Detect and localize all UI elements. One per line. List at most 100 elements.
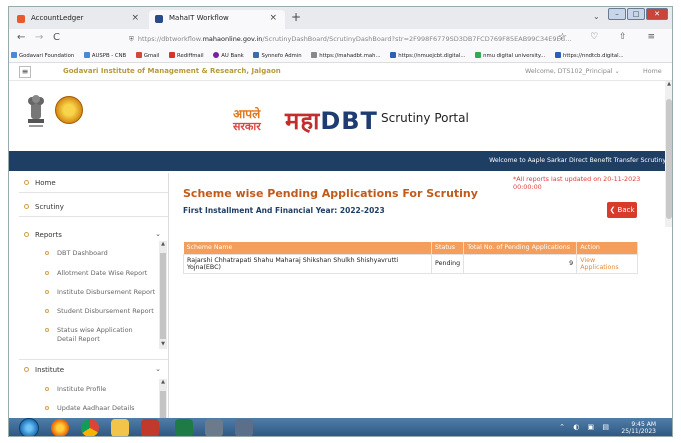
portal-banner: आपले सरकार महाDBT Scrutiny Portal [9, 81, 672, 151]
sidebar-item-institute[interactable]: Institute ⌄ [19, 359, 168, 379]
notepad-icon[interactable] [235, 419, 253, 436]
bookmark-label: Gmail [143, 53, 160, 59]
bookmark-label: AU Bank [221, 53, 244, 59]
close-tab-icon[interactable]: × [269, 13, 277, 23]
maharashtra-seal-icon [55, 96, 83, 124]
new-tab-icon[interactable]: + [291, 10, 301, 24]
forward-arrow-icon[interactable]: → [35, 32, 43, 43]
pending-applications-table: Scheme Name Status Total No. of Pending … [183, 242, 638, 274]
start-button[interactable] [19, 418, 39, 436]
bookmark-item[interactable]: https://nmuejcbt.digital... [390, 52, 469, 59]
sidebar-subitem-allotment-date-wise-report[interactable]: Allotment Date Wise Report [19, 269, 159, 278]
synnefo-icon [253, 52, 260, 58]
bullet-icon [45, 387, 49, 391]
action-cell: View Applications [576, 253, 638, 274]
url-domain: mahaonline.gov.in [202, 35, 263, 43]
bookmark-label: https://nmuejcbt.digital... [398, 53, 466, 59]
sidebar-item-scrutiny[interactable]: Scrutiny [19, 197, 168, 217]
aaple-sarkar-logo: आपले सरकार [229, 103, 277, 133]
globe-icon [11, 52, 17, 58]
bookmark-item[interactable]: Synnefo Admin [253, 52, 305, 59]
reload-icon[interactable]: C [53, 32, 60, 43]
scrollbar-thumb[interactable] [160, 391, 166, 418]
bookmark-item[interactable]: Gmail [135, 52, 163, 59]
scroll-down-icon[interactable]: ▼ [159, 341, 167, 347]
page-scrollbar[interactable]: ▲ [665, 81, 672, 227]
portal-title: Scrutiny Portal [381, 111, 469, 125]
sidebar-item-label: Scrutiny [35, 203, 64, 211]
sidebar-subitem-dbt-dashboard[interactable]: DBT Dashboard [19, 249, 159, 258]
excel-icon[interactable] [175, 419, 193, 436]
bookmark-item[interactable]: Godavari Foundation [11, 52, 78, 59]
user-menu[interactable]: Welcome, DTS102_Principal ⌄ [525, 68, 620, 75]
close-window-button[interactable]: ✕ [646, 8, 668, 20]
paint-icon[interactable] [141, 419, 159, 436]
lock-icon: ⛨ [129, 35, 134, 43]
chrome-icon[interactable] [81, 419, 99, 436]
bookmark-label: Godavari Foundation [19, 53, 75, 59]
close-tab-icon[interactable]: × [131, 13, 139, 23]
sidebar-subitem-label: DBT Dashboard [57, 249, 108, 257]
institute-title: Godavari Institute of Management & Resea… [63, 67, 281, 75]
accountledger-favicon-icon [17, 15, 25, 23]
home-link[interactable]: Home [643, 68, 662, 75]
bullet-icon [24, 204, 29, 209]
sidebar-item-home[interactable]: Home [19, 173, 168, 193]
sidebar-item-label: Institute [35, 366, 65, 374]
minimize-button[interactable]: – [608, 8, 626, 20]
window-controls: – □ ✕ [608, 8, 668, 20]
maximize-button[interactable]: □ [627, 8, 645, 20]
scroll-up-icon[interactable]: ▲ [159, 241, 167, 247]
sidebar-subitem-label: Status wise Application Detail Report [57, 326, 133, 343]
tab-accountledger[interactable]: AccountLedger × [11, 10, 147, 29]
scroll-up-icon[interactable]: ▲ [665, 81, 672, 87]
sidebar-subitem-status-wise-report[interactable]: Status wise Application Detail Report [19, 326, 153, 344]
bookmark-item[interactable]: https://mahadbt.mah... [311, 52, 384, 59]
firefox-icon[interactable] [51, 419, 69, 436]
file-explorer-icon[interactable] [111, 419, 129, 436]
sidebar-subitem-student-disbursement-report[interactable]: Student Disbursement Report [19, 307, 159, 316]
bookmark-item[interactable]: nmu digital university... [475, 52, 549, 59]
sidebar-subitem-label: Allotment Date Wise Report [57, 269, 148, 277]
windows-taskbar: ⌃ ◐ ▣ ▤ 9:45 AM 25/11/2023 [9, 418, 672, 436]
scrollbar-thumb[interactable] [666, 99, 672, 219]
scheme-name-cell: Rajarshi Chhatrapati Shahu Maharaj Shiks… [183, 253, 432, 274]
institute-scrollbar[interactable]: ▲ [159, 379, 167, 418]
sidebar-item-reports[interactable]: Reports ⌄ [19, 225, 168, 245]
tab-mahait-workflow[interactable]: MahaIT Workflow × [149, 10, 285, 29]
scroll-up-icon[interactable]: ▲ [159, 379, 167, 385]
status-cell: Pending [430, 253, 465, 274]
calculator-icon[interactable] [205, 419, 223, 436]
bullet-icon [45, 251, 49, 255]
bookmark-star-icon[interactable]: ☆ [558, 32, 567, 43]
sidebar-subitem-institute-profile[interactable]: Institute Profile [19, 385, 159, 394]
nmu-icon [554, 52, 561, 58]
au-bank-icon [213, 52, 220, 58]
bookmark-item[interactable]: https://nndtcb.digital... [554, 52, 628, 59]
chevron-down-icon: ⌄ [155, 365, 161, 373]
url-field[interactable]: ⛨ https://dbtworkflow.mahaonline.gov.in/S… [129, 32, 575, 46]
tab-list-chevron-icon[interactable]: ⌄ [593, 12, 600, 21]
bookmark-item[interactable]: AUSPB - CNB [83, 52, 130, 59]
sidebar-subitem-institute-disbursement-report[interactable]: Institute Disbursement Report [19, 288, 159, 297]
sidebar-subitem-label: Update Aadhaar Details [57, 404, 135, 412]
bookmark-label: Synnefo Admin [261, 53, 302, 59]
system-tray-icons[interactable]: ⌃ ◐ ▣ ▤ [559, 423, 612, 431]
site-top-bar: ≡ Godavari Institute of Management & Res… [9, 63, 672, 81]
clock[interactable]: 9:45 AM 25/11/2023 [621, 421, 656, 435]
hamburger-menu-icon[interactable]: ≡ [19, 66, 31, 78]
nmu-icon [390, 52, 397, 58]
scrollbar-thumb[interactable] [160, 253, 166, 339]
national-emblem-icon [28, 95, 44, 127]
toolbar-icons[interactable]: ♡ ⇧ ≡ [590, 32, 664, 42]
bookmark-item[interactable]: Rediffmail [169, 52, 208, 59]
back-button[interactable]: ❮ Back [607, 202, 637, 218]
bookmark-label: https://nndtcb.digital... [562, 53, 624, 59]
reports-scrollbar[interactable]: ▲ ▼ [159, 241, 167, 349]
sidebar-subitem-update-aadhaar-details[interactable]: Update Aadhaar Details [19, 404, 159, 413]
sidebar: Home Scrutiny Reports ⌄ DBT Dashboard Al… [19, 173, 169, 418]
bookmark-item[interactable]: AU Bank [213, 52, 248, 59]
back-arrow-icon[interactable]: ← [17, 32, 25, 43]
bookmark-label: https://mahadbt.mah... [319, 53, 381, 59]
view-applications-link[interactable]: View Applications [580, 257, 618, 271]
